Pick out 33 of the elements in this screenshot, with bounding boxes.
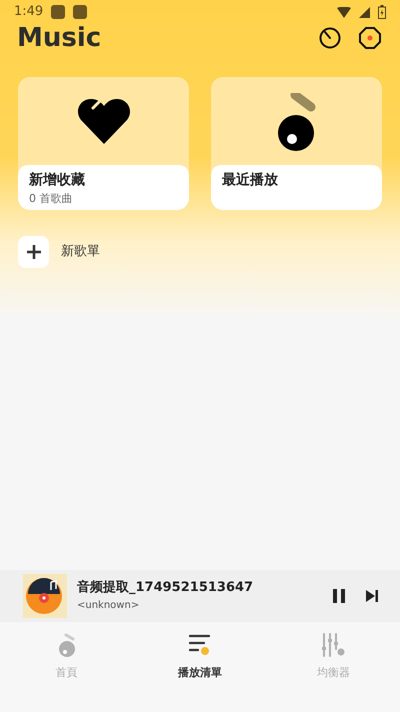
plus-icon bbox=[26, 244, 42, 260]
notification-icon bbox=[51, 5, 66, 19]
new-playlist-label: 新歌單 bbox=[61, 243, 100, 262]
pause-button[interactable] bbox=[330, 587, 348, 605]
battery-icon bbox=[378, 5, 386, 19]
app-title: Music bbox=[17, 22, 102, 54]
skip-next-icon bbox=[365, 589, 379, 603]
heart-icon bbox=[76, 98, 130, 146]
music-note-icon bbox=[276, 93, 316, 151]
album-art bbox=[23, 574, 67, 618]
track-artist: <unknown> bbox=[77, 600, 140, 612]
record-button[interactable] bbox=[358, 26, 382, 50]
timer-icon bbox=[319, 27, 341, 49]
wifi-icon bbox=[337, 6, 351, 18]
playlist-icon bbox=[188, 634, 211, 656]
timer-button[interactable] bbox=[318, 26, 342, 50]
track-title: 音频提取_1749521513647 bbox=[77, 580, 254, 596]
equalizer-icon bbox=[321, 633, 346, 657]
add-button[interactable] bbox=[18, 236, 49, 268]
next-button[interactable] bbox=[364, 588, 380, 604]
signal-icon bbox=[359, 6, 370, 18]
notification-icon bbox=[73, 5, 88, 19]
mini-player[interactable]: 音频提取_1749521513647 <unknown> bbox=[0, 570, 400, 622]
playlist-card[interactable]: 新增收藏 0 首歌曲 bbox=[18, 77, 189, 210]
pause-icon bbox=[332, 588, 346, 604]
music-note-icon bbox=[58, 633, 76, 657]
card-title: 最近播放 bbox=[222, 171, 279, 189]
status-time: 1:49 bbox=[14, 3, 44, 22]
card-title: 新增收藏 bbox=[29, 171, 86, 189]
song-count: 0 首歌曲 bbox=[29, 192, 74, 206]
nav-tab[interactable]: 播放清單 bbox=[133, 633, 267, 682]
record-icon bbox=[359, 27, 381, 49]
playlist-card[interactable]: 最近播放 bbox=[211, 77, 382, 210]
